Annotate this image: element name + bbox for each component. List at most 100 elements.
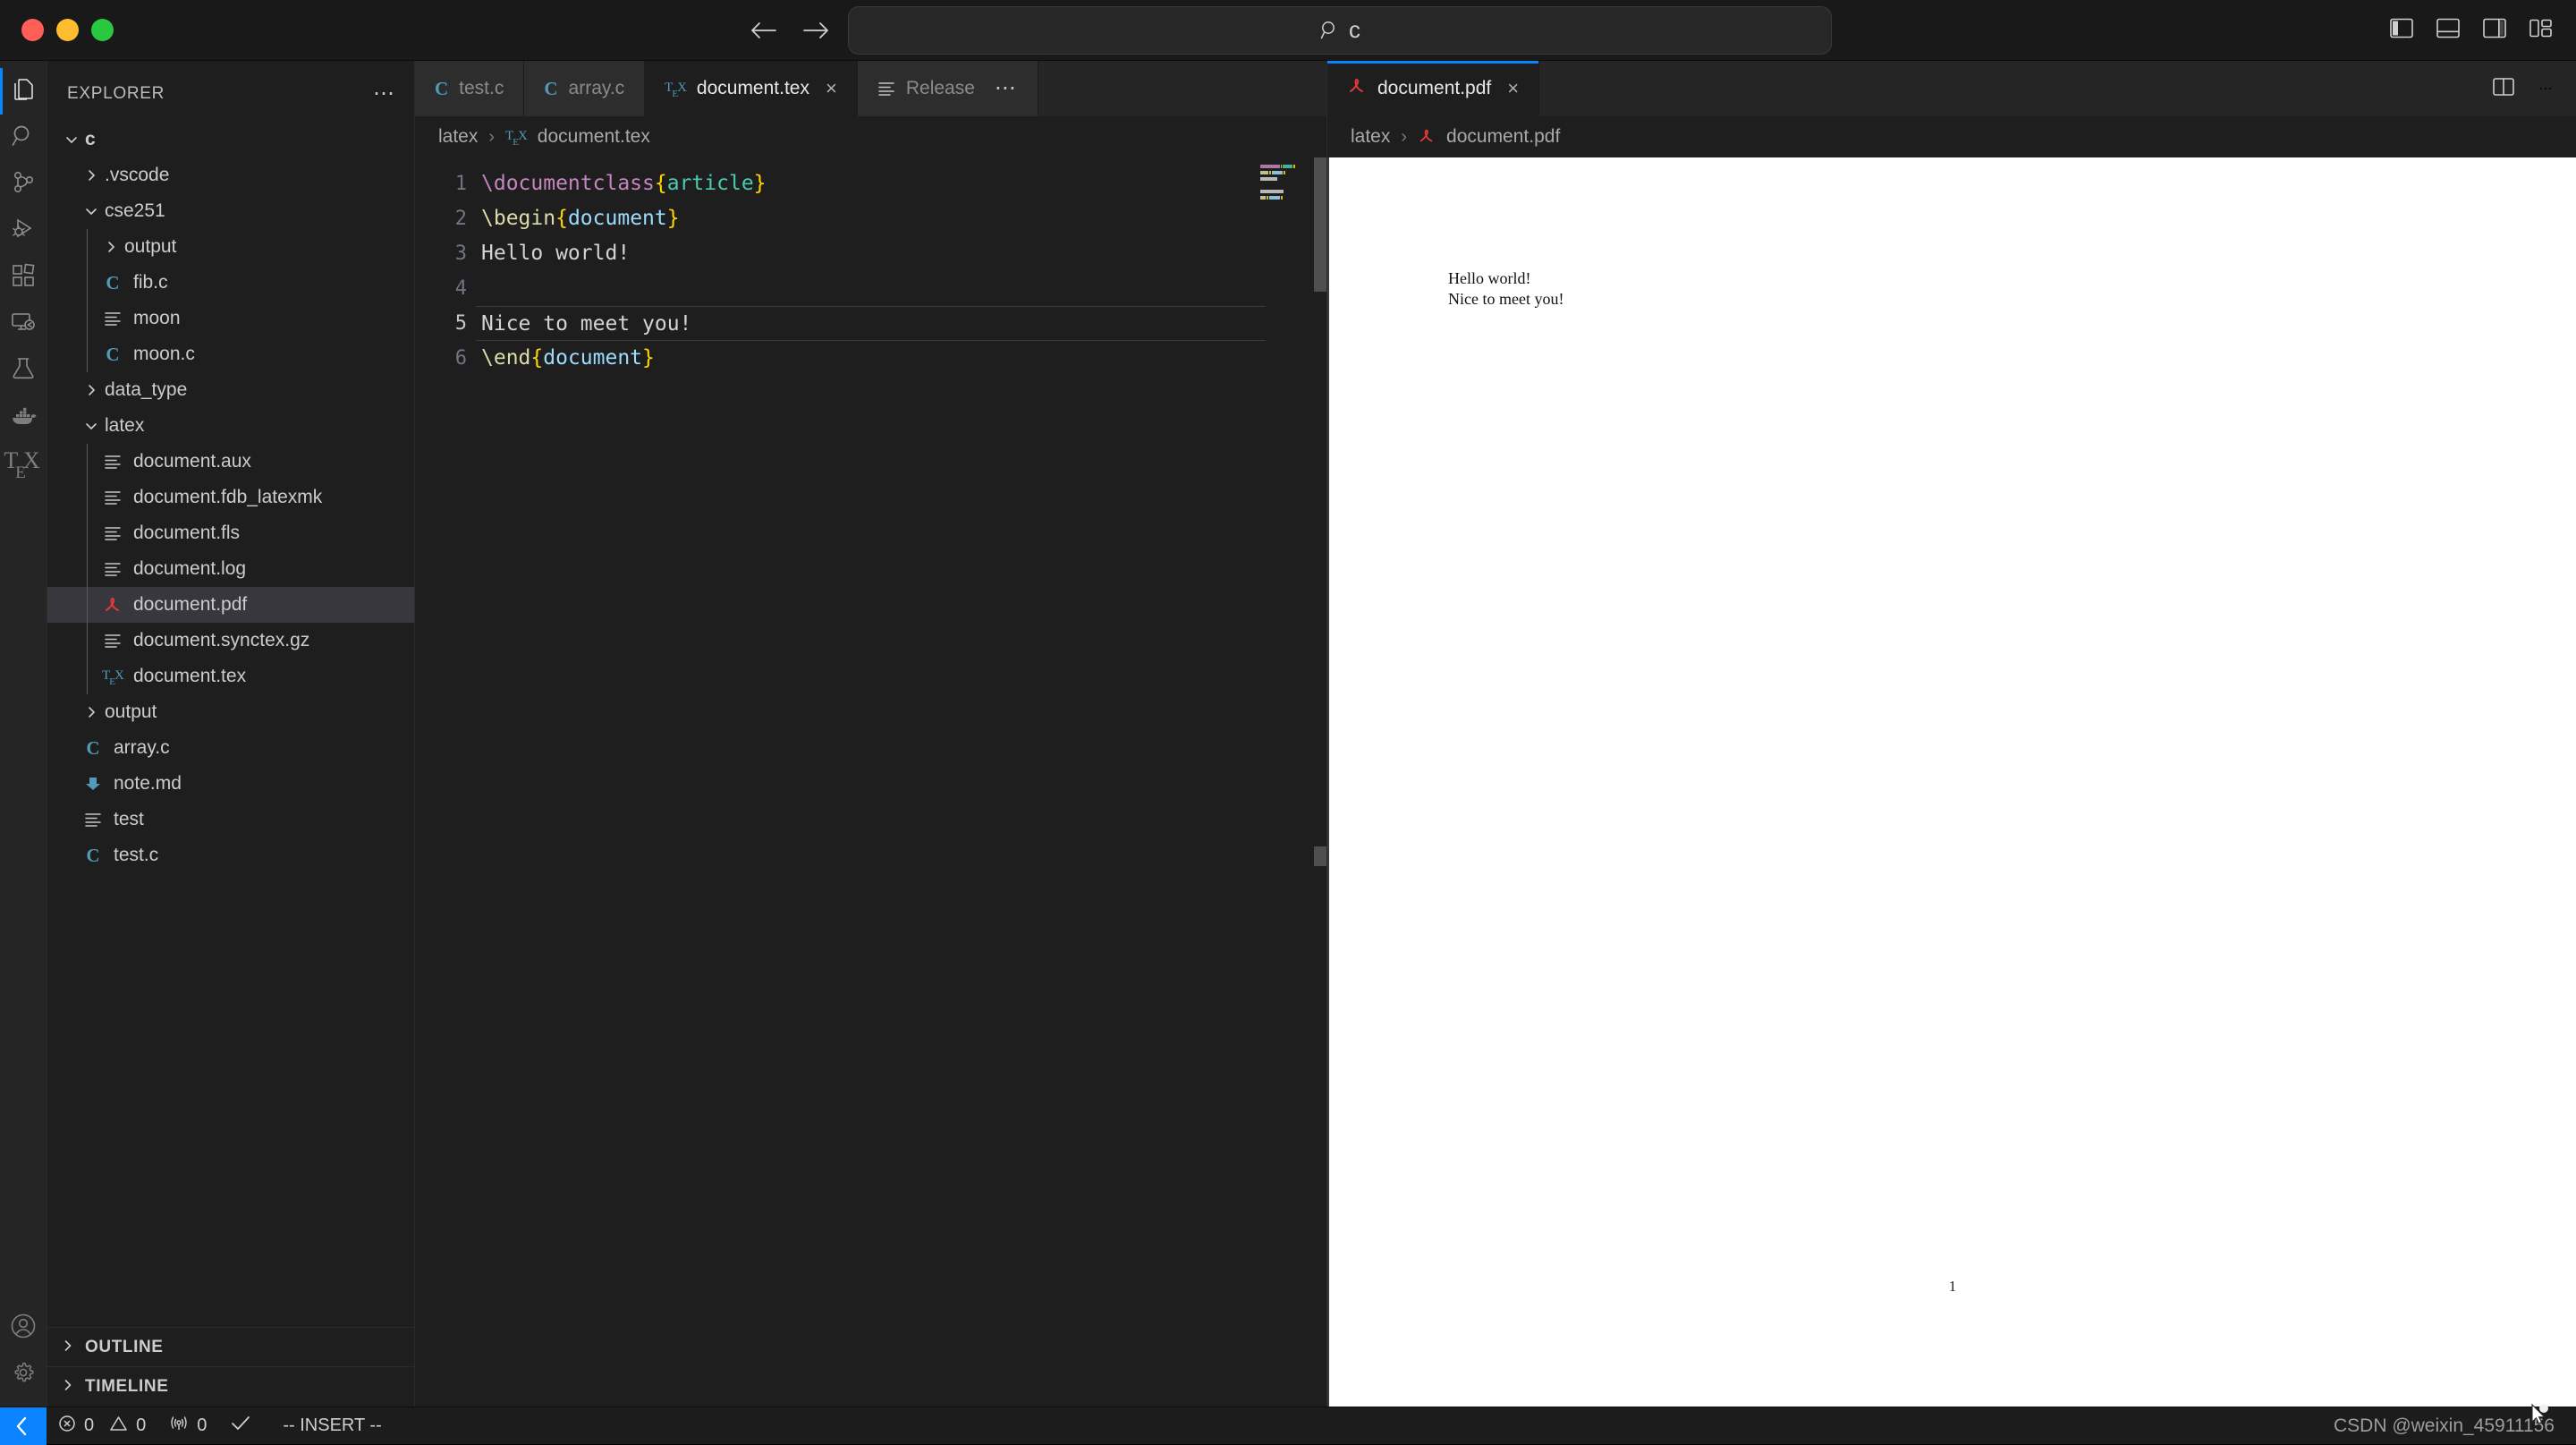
status-vim-mode[interactable]: -- INSERT -- xyxy=(263,1407,393,1445)
status-ports[interactable]: 0 xyxy=(157,1407,218,1445)
panel-timeline[interactable]: TIMELINE xyxy=(47,1367,414,1407)
explorer-more-actions[interactable]: ⋯ xyxy=(373,83,396,105)
code-editor[interactable]: 123456 \documentclass{article} \begin{doc… xyxy=(415,157,1326,1407)
chevron-down-icon[interactable] xyxy=(80,419,103,433)
navigation-arrows xyxy=(750,21,830,40)
tree-folder-row[interactable]: latex xyxy=(47,408,414,444)
code-content[interactable]: \documentclass{article} \begin{document} H… xyxy=(476,157,1326,1407)
tree-file-row[interactable]: Cfib.c xyxy=(47,265,414,301)
tree-folder-row[interactable]: output xyxy=(47,229,414,265)
split-editor-icon[interactable] xyxy=(2492,76,2515,102)
minimap-segment xyxy=(1260,171,1269,174)
tab-bar-group-2[interactable]: document.pdf × ⋯ xyxy=(1327,61,2576,116)
tab-more-actions-icon[interactable]: ⋯ xyxy=(995,78,1018,99)
breadcrumb-folder[interactable]: latex xyxy=(1351,126,1390,148)
tree-file-row[interactable]: note.md xyxy=(47,766,414,802)
back-arrow-icon[interactable] xyxy=(750,21,776,40)
sidebar-item-source-control[interactable] xyxy=(0,161,47,208)
command-center-input[interactable]: c xyxy=(848,5,1832,55)
chevron-right-icon[interactable] xyxy=(80,168,103,183)
status-latex-build[interactable] xyxy=(218,1407,263,1445)
tab-array-c[interactable]: Carray.c xyxy=(524,61,646,116)
tree-file-row[interactable]: document.fls xyxy=(47,515,414,551)
sidebar-item-explorer[interactable] xyxy=(0,68,47,115)
customize-layout-icon[interactable] xyxy=(2529,17,2553,43)
tab-close-icon[interactable]: × xyxy=(1507,77,1519,100)
toggle-panel-icon[interactable] xyxy=(2436,17,2460,43)
code-line[interactable] xyxy=(476,271,1326,306)
close-window-button[interactable] xyxy=(21,19,44,41)
tree-file-row[interactable]: Ctest.c xyxy=(47,837,414,873)
breadcrumb-group-1[interactable]: latex › TEX document.tex xyxy=(415,116,1326,157)
maximize-window-button[interactable] xyxy=(91,19,114,41)
indent-guide xyxy=(87,659,88,694)
tab-document-tex[interactable]: TEX document.tex × xyxy=(645,61,858,116)
code-line[interactable]: \documentclass{article} xyxy=(476,166,1326,201)
tree-file-row[interactable]: Cmoon.c xyxy=(47,336,414,372)
tree-folder-row[interactable]: output xyxy=(47,694,414,730)
minimap[interactable] xyxy=(1260,165,1314,1407)
chevron-right-icon[interactable] xyxy=(99,240,123,254)
code-token: \end xyxy=(481,346,531,370)
tree-folder-row[interactable]: cse251 xyxy=(47,193,414,229)
sidebar-item-testing[interactable] xyxy=(0,347,47,394)
explorer-title: EXPLORER xyxy=(67,84,165,103)
tree-file-row[interactable]: document.log xyxy=(47,551,414,587)
chevron-down-icon[interactable] xyxy=(80,204,103,218)
chevron-right-icon[interactable] xyxy=(80,705,103,719)
tab-bar-group-1[interactable]: Ctest.c Carray.c TEX document.tex × Release ⋯ xyxy=(415,61,1326,116)
breadcrumb-file[interactable]: document.tex xyxy=(538,126,650,148)
more-actions-icon[interactable]: ⋯ xyxy=(2538,80,2553,98)
plain-file-icon xyxy=(99,525,126,541)
toggle-primary-sidebar-icon[interactable] xyxy=(2390,17,2413,43)
accounts-button[interactable] xyxy=(0,1305,47,1351)
sidebar-item-search[interactable] xyxy=(0,115,47,161)
chevron-down-icon[interactable] xyxy=(60,132,83,147)
tree-folder-row[interactable]: .vscode xyxy=(47,157,414,193)
tree-file-row[interactable]: Carray.c xyxy=(47,730,414,766)
tree-file-row[interactable]: TEX document.tex xyxy=(47,659,414,694)
minimize-window-button[interactable] xyxy=(56,19,79,41)
panel-outline[interactable]: OUTLINE xyxy=(47,1328,414,1367)
remote-indicator[interactable] xyxy=(0,1407,47,1445)
sidebar-item-latex[interactable]: TEX xyxy=(0,440,47,487)
breadcrumb-folder[interactable]: latex xyxy=(438,126,478,148)
editor-scrollbar[interactable] xyxy=(1314,157,1326,1407)
toggle-secondary-sidebar-icon[interactable] xyxy=(2483,17,2506,43)
explorer-sidebar: EXPLORER ⋯ c .vscode cse251 output Cfib.c moo… xyxy=(47,61,415,1407)
line-number: 1 xyxy=(454,173,467,195)
tab-document-pdf[interactable]: document.pdf × xyxy=(1327,61,1540,116)
source-control-icon xyxy=(11,170,36,200)
pdf-viewer[interactable]: Hello world! Nice to meet you! 1 xyxy=(1327,157,2576,1407)
tree-file-row[interactable]: document.fdb_latexmk xyxy=(47,480,414,515)
code-line[interactable]: \end{document} xyxy=(476,341,1326,376)
scrollbar-thumb[interactable] xyxy=(1314,157,1326,292)
tree-file-row[interactable]: test xyxy=(47,802,414,837)
tree-folder-row[interactable]: c xyxy=(47,122,414,157)
sidebar-item-remote-explorer[interactable] xyxy=(0,301,47,347)
tree-file-row[interactable]: document.pdf xyxy=(47,587,414,623)
activity-bar: TEX xyxy=(0,61,47,1407)
tab-release[interactable]: Release ⋯ xyxy=(857,61,1038,116)
code-line[interactable]: Hello world! xyxy=(476,236,1326,271)
breadcrumb-file[interactable]: document.pdf xyxy=(1446,126,1560,148)
tab-test-c[interactable]: Ctest.c xyxy=(415,61,525,116)
code-token: Hello world! xyxy=(481,242,631,265)
tree-folder-row[interactable]: data_type xyxy=(47,372,414,408)
chevron-right-icon[interactable] xyxy=(80,383,103,397)
tab-close-icon[interactable]: × xyxy=(826,77,837,100)
code-line[interactable]: \begin{document} xyxy=(476,201,1326,236)
status-problems[interactable]: 0 0 xyxy=(47,1407,157,1445)
tree-file-row[interactable]: document.aux xyxy=(47,444,414,480)
sidebar-item-run-debug[interactable] xyxy=(0,208,47,254)
forward-arrow-icon[interactable] xyxy=(803,21,830,40)
breadcrumb-group-2[interactable]: latex › document.pdf xyxy=(1327,116,2576,157)
tree-item-label: array.c xyxy=(114,737,170,758)
tree-file-row[interactable]: document.synctex.gz xyxy=(47,623,414,659)
tree-file-row[interactable]: moon xyxy=(47,301,414,336)
sidebar-item-extensions[interactable] xyxy=(0,254,47,301)
code-line[interactable]: Nice to meet you! xyxy=(476,306,1266,341)
settings-button[interactable] xyxy=(0,1351,47,1398)
file-tree[interactable]: c .vscode cse251 output Cfib.c moon Cmoon.c dat… xyxy=(47,115,414,1327)
sidebar-item-docker[interactable] xyxy=(0,394,47,440)
